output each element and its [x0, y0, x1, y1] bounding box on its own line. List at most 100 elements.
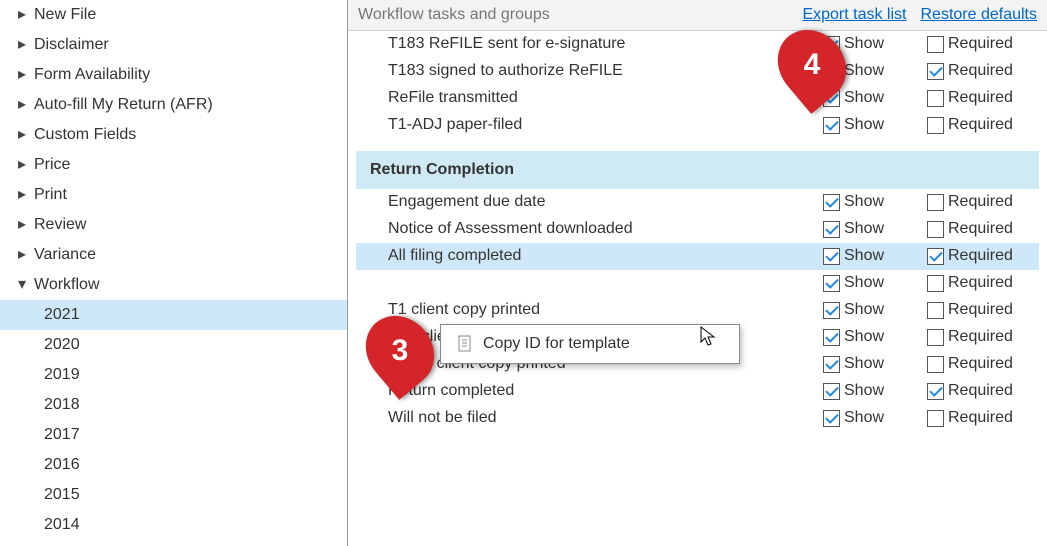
task-row[interactable]: T183 ReFILE sent for e-signature Show Re…: [356, 31, 1039, 58]
show-checkbox[interactable]: Show: [823, 116, 927, 134]
task-label: All filing completed: [388, 247, 823, 265]
required-checkbox[interactable]: Required: [927, 220, 1031, 238]
task-label: T1-ADJ paper-filed: [388, 116, 823, 134]
tree-item-price[interactable]: ▸Price: [0, 150, 347, 180]
show-text: Show: [844, 274, 884, 292]
tree-child-2015[interactable]: 2015: [0, 480, 347, 510]
tree-child-2017[interactable]: 2017: [0, 420, 347, 450]
tree-child-label: 2018: [44, 393, 80, 417]
context-menu: Copy ID for template: [440, 324, 740, 364]
task-row[interactable]: T1-ADJ paper-filed Show Required: [356, 112, 1039, 139]
required-checkbox[interactable]: Required: [927, 193, 1031, 211]
tree-child-2020[interactable]: 2020: [0, 330, 347, 360]
tree-child-label: 2017: [44, 423, 80, 447]
show-text: Show: [844, 328, 884, 346]
tree-child-label: 2020: [44, 333, 80, 357]
tree-child-2018[interactable]: 2018: [0, 390, 347, 420]
show-text: Show: [844, 116, 884, 134]
required-text: Required: [948, 247, 1013, 265]
tree-item-review[interactable]: ▸Review: [0, 210, 347, 240]
tree-item-form-availability[interactable]: ▸Form Availability: [0, 60, 347, 90]
show-checkbox[interactable]: Show: [823, 89, 927, 107]
badge-text: 3: [392, 334, 409, 368]
tree-item-afr[interactable]: ▸Auto-fill My Return (AFR): [0, 90, 347, 120]
required-text: Required: [948, 301, 1013, 319]
required-text: Required: [948, 35, 1013, 53]
show-checkbox[interactable]: Show: [823, 355, 927, 373]
tree-label: Auto-fill My Return (AFR): [34, 93, 213, 117]
task-row[interactable]: T1 client copy printed Show Required: [356, 297, 1039, 324]
required-checkbox[interactable]: Required: [927, 355, 1031, 373]
tree-child-2014[interactable]: 2014: [0, 510, 347, 540]
task-row[interactable]: Show Required: [356, 270, 1039, 297]
task-label: Will not be filed: [388, 409, 823, 427]
required-text: Required: [948, 409, 1013, 427]
group-header-return-completion[interactable]: Return Completion: [356, 151, 1039, 189]
tree-child-2016[interactable]: 2016: [0, 450, 347, 480]
required-text: Required: [948, 193, 1013, 211]
required-checkbox[interactable]: Required: [927, 89, 1031, 107]
required-checkbox[interactable]: Required: [927, 382, 1031, 400]
task-label: Notice of Assessment downloaded: [388, 220, 823, 238]
show-text: Show: [844, 220, 884, 238]
task-row[interactable]: ReFile transmitted Show Required: [356, 85, 1039, 112]
task-row-selected[interactable]: All filing completed Show Required: [356, 243, 1039, 270]
show-checkbox[interactable]: Show: [823, 193, 927, 211]
show-text: Show: [844, 301, 884, 319]
required-text: Required: [948, 355, 1013, 373]
show-checkbox[interactable]: Show: [823, 409, 927, 427]
required-checkbox[interactable]: Required: [927, 116, 1031, 134]
export-task-list-link[interactable]: Export task list: [802, 6, 906, 24]
show-checkbox[interactable]: Show: [823, 247, 927, 265]
menu-item-copy-id[interactable]: Copy ID for template: [445, 331, 735, 357]
main-panel: Workflow tasks and groups Export task li…: [348, 0, 1047, 546]
show-checkbox[interactable]: Show: [823, 274, 927, 292]
task-label: Return completed: [388, 382, 823, 400]
tree-item-variance[interactable]: ▸Variance: [0, 240, 347, 270]
show-text: Show: [844, 382, 884, 400]
tree-child-2019[interactable]: 2019: [0, 360, 347, 390]
tree-label: Form Availability: [34, 63, 150, 87]
chevron-right-icon: ▸: [18, 93, 30, 117]
show-text: Show: [844, 89, 884, 107]
chevron-down-icon: ▾: [18, 273, 30, 297]
required-checkbox[interactable]: Required: [927, 35, 1031, 53]
task-row[interactable]: Return completed Show Required: [356, 378, 1039, 405]
task-list: T183 ReFILE sent for e-signature Show Re…: [348, 31, 1047, 432]
task-row[interactable]: T183 signed to authorize ReFILE Show Req…: [356, 58, 1039, 85]
task-row[interactable]: Notice of Assessment downloaded Show Req…: [356, 216, 1039, 243]
task-label: ReFile transmitted: [388, 89, 823, 107]
restore-defaults-link[interactable]: Restore defaults: [920, 6, 1037, 24]
show-checkbox[interactable]: Show: [823, 382, 927, 400]
tree-item-custom-fields[interactable]: ▸Custom Fields: [0, 120, 347, 150]
show-text: Show: [844, 409, 884, 427]
tree-item-print[interactable]: ▸Print: [0, 180, 347, 210]
tree-label: Price: [34, 153, 70, 177]
required-checkbox[interactable]: Required: [927, 62, 1031, 80]
tree-child-label: 2016: [44, 453, 80, 477]
tree-item-new-file[interactable]: ▸New File: [0, 0, 347, 30]
tree-item-disclaimer[interactable]: ▸Disclaimer: [0, 30, 347, 60]
tree-item-workflow[interactable]: ▾Workflow: [0, 270, 347, 300]
show-checkbox[interactable]: Show: [823, 301, 927, 319]
required-text: Required: [948, 89, 1013, 107]
task-row[interactable]: Will not be filed Show Required: [356, 405, 1039, 432]
tree-child-label: 2014: [44, 513, 80, 537]
show-checkbox[interactable]: Show: [823, 220, 927, 238]
tree-child-2013[interactable]: 2013: [0, 540, 347, 546]
required-checkbox[interactable]: Required: [927, 301, 1031, 319]
task-row[interactable]: Engagement due date Show Required: [356, 189, 1039, 216]
show-checkbox[interactable]: Show: [823, 328, 927, 346]
required-checkbox[interactable]: Required: [927, 274, 1031, 292]
required-checkbox[interactable]: Required: [927, 247, 1031, 265]
tree-label: Workflow: [34, 273, 100, 297]
required-checkbox[interactable]: Required: [927, 328, 1031, 346]
required-checkbox[interactable]: Required: [927, 409, 1031, 427]
document-icon: [453, 335, 477, 353]
tree-child-2021[interactable]: 2021: [0, 300, 347, 330]
show-text: Show: [844, 62, 884, 80]
tree-label: Variance: [34, 243, 96, 267]
tree-child-label: 2019: [44, 363, 80, 387]
chevron-right-icon: ▸: [18, 243, 30, 267]
chevron-right-icon: ▸: [18, 63, 30, 87]
